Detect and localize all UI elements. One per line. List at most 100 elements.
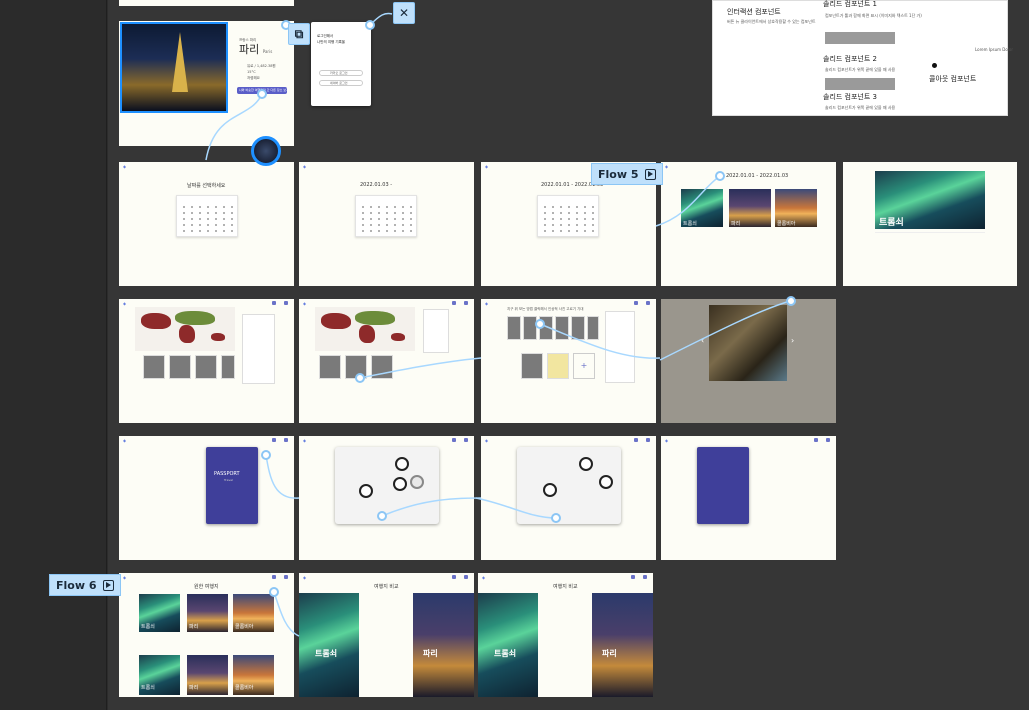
- frame-nav-icons[interactable]: [452, 301, 468, 305]
- calendar-day[interactable]: [552, 230, 554, 232]
- calendar-day[interactable]: [370, 230, 372, 232]
- photo-thumb[interactable]: [507, 316, 521, 340]
- calendar-day[interactable]: [410, 206, 412, 208]
- frame-passport-open-2[interactable]: ◈: [481, 436, 656, 560]
- photo-thumb-selected[interactable]: [547, 353, 569, 379]
- calendar-day[interactable]: [402, 206, 404, 208]
- calendar-day[interactable]: [394, 206, 396, 208]
- calendar-day[interactable]: [402, 218, 404, 220]
- calendar-day[interactable]: [552, 224, 554, 226]
- calendar-day[interactable]: [592, 230, 594, 232]
- calendar-day[interactable]: [386, 230, 388, 232]
- calendar-day[interactable]: [378, 224, 380, 226]
- calendar-day[interactable]: [199, 224, 201, 226]
- calendar-day[interactable]: [402, 224, 404, 226]
- passport-cover[interactable]: PASSPORT Travel: [206, 447, 258, 524]
- frame-nav-icons[interactable]: [272, 575, 288, 579]
- calendar-widget[interactable]: [355, 195, 417, 237]
- frame-partial-top[interactable]: [119, 0, 294, 6]
- calendar-day[interactable]: [215, 218, 217, 220]
- close-overlay-icon[interactable]: ✕: [393, 2, 415, 24]
- calendar-day[interactable]: [231, 212, 233, 214]
- calendar-day[interactable]: [191, 206, 193, 208]
- photo-thumb[interactable]: [169, 355, 191, 379]
- compare-right-photo[interactable]: [413, 593, 474, 697]
- calendar-day[interactable]: [544, 206, 546, 208]
- calendar-day[interactable]: [183, 206, 185, 208]
- photo-thumb[interactable]: [571, 316, 585, 340]
- calendar-day[interactable]: [560, 230, 562, 232]
- frame-paris-card[interactable]: 프랑스 파리 파리 Paris 유로 / 1,482.38원 15°C 저렴해요…: [119, 21, 294, 146]
- calendar-day[interactable]: [544, 218, 546, 220]
- calendar-day[interactable]: [560, 206, 562, 208]
- calendar-day[interactable]: [191, 230, 193, 232]
- calendar-day[interactable]: [584, 206, 586, 208]
- compare-right-photo[interactable]: [592, 593, 653, 697]
- photo-thumb[interactable]: [587, 316, 599, 340]
- calendar-day[interactable]: [568, 224, 570, 226]
- prev-arrow-icon[interactable]: ‹: [701, 336, 704, 345]
- passport-back-cover[interactable]: [697, 447, 749, 524]
- photo-thumb[interactable]: [319, 355, 341, 379]
- calendar-day[interactable]: [544, 224, 546, 226]
- city-list-dropdown[interactable]: [605, 311, 635, 383]
- calendar-day[interactable]: [378, 218, 380, 220]
- calendar-day[interactable]: [231, 224, 233, 226]
- calendar-day[interactable]: [584, 218, 586, 220]
- frame-nav-icons[interactable]: [634, 438, 650, 442]
- calendar-day[interactable]: [223, 230, 225, 232]
- calendar-day[interactable]: [568, 230, 570, 232]
- calendar-day[interactable]: [394, 212, 396, 214]
- frame-nav-icons[interactable]: [631, 575, 647, 579]
- kakao-login-button[interactable]: 카카오 로그인: [319, 70, 363, 76]
- calendar-day[interactable]: [183, 224, 185, 226]
- frame-map-2[interactable]: ◈: [299, 299, 474, 423]
- photo-thumb[interactable]: [539, 316, 553, 340]
- calendar-day[interactable]: [584, 230, 586, 232]
- calendar-day[interactable]: [560, 224, 562, 226]
- calendar-day[interactable]: [183, 212, 185, 214]
- frame-compare-2[interactable]: ◈ 여행지 비교 트롬쇠 파리: [478, 573, 653, 697]
- calendar-day[interactable]: [410, 218, 412, 220]
- calendar-day[interactable]: [592, 212, 594, 214]
- calendar-day[interactable]: [378, 230, 380, 232]
- calendar-day[interactable]: [199, 218, 201, 220]
- frame-passport-open-1[interactable]: ◈: [299, 436, 474, 560]
- frame-photo-preview[interactable]: ‹ ›: [661, 299, 836, 423]
- calendar-day[interactable]: [402, 212, 404, 214]
- calendar-day[interactable]: [199, 212, 201, 214]
- calendar-day[interactable]: [231, 206, 233, 208]
- calendar-day[interactable]: [362, 218, 364, 220]
- calendar-day[interactable]: [199, 206, 201, 208]
- photo-thumb[interactable]: [195, 355, 217, 379]
- calendar-day[interactable]: [552, 218, 554, 220]
- calendar-day[interactable]: [370, 212, 372, 214]
- calendar-day[interactable]: [568, 212, 570, 214]
- calendar-day[interactable]: [362, 224, 364, 226]
- photo-thumb-selected[interactable]: [521, 353, 543, 379]
- user-avatar[interactable]: [251, 136, 281, 166]
- calendar-day[interactable]: [370, 224, 372, 226]
- frame-passport-closed[interactable]: ◈ PASSPORT Travel: [119, 436, 294, 560]
- calendar-day[interactable]: [378, 206, 380, 208]
- add-photo-button[interactable]: +: [573, 353, 595, 379]
- calendar-day[interactable]: [362, 230, 364, 232]
- calendar-day[interactable]: [207, 218, 209, 220]
- calendar-widget[interactable]: [537, 195, 599, 237]
- flow-5-tag[interactable]: Flow 5: [591, 163, 663, 185]
- photo-thumb[interactable]: [371, 355, 393, 379]
- calendar-day[interactable]: [410, 224, 412, 226]
- calendar-day[interactable]: [568, 218, 570, 220]
- login-modal[interactable]: 로그인해서 나만의 여행 기록을 카카오 로그인 네이버 로그인: [311, 22, 371, 106]
- calendar-day[interactable]: [223, 224, 225, 226]
- calendar-day[interactable]: [544, 212, 546, 214]
- calendar-day[interactable]: [584, 224, 586, 226]
- calendar-day[interactable]: [402, 230, 404, 232]
- calendar-day[interactable]: [191, 218, 193, 220]
- compare-left-photo[interactable]: [478, 593, 538, 697]
- frame-nav-icons[interactable]: [814, 438, 830, 442]
- city-list-dropdown[interactable]: [242, 314, 275, 384]
- frame-passport-back[interactable]: ◈: [661, 436, 836, 560]
- calendar-day[interactable]: [560, 218, 562, 220]
- calendar-day[interactable]: [386, 206, 388, 208]
